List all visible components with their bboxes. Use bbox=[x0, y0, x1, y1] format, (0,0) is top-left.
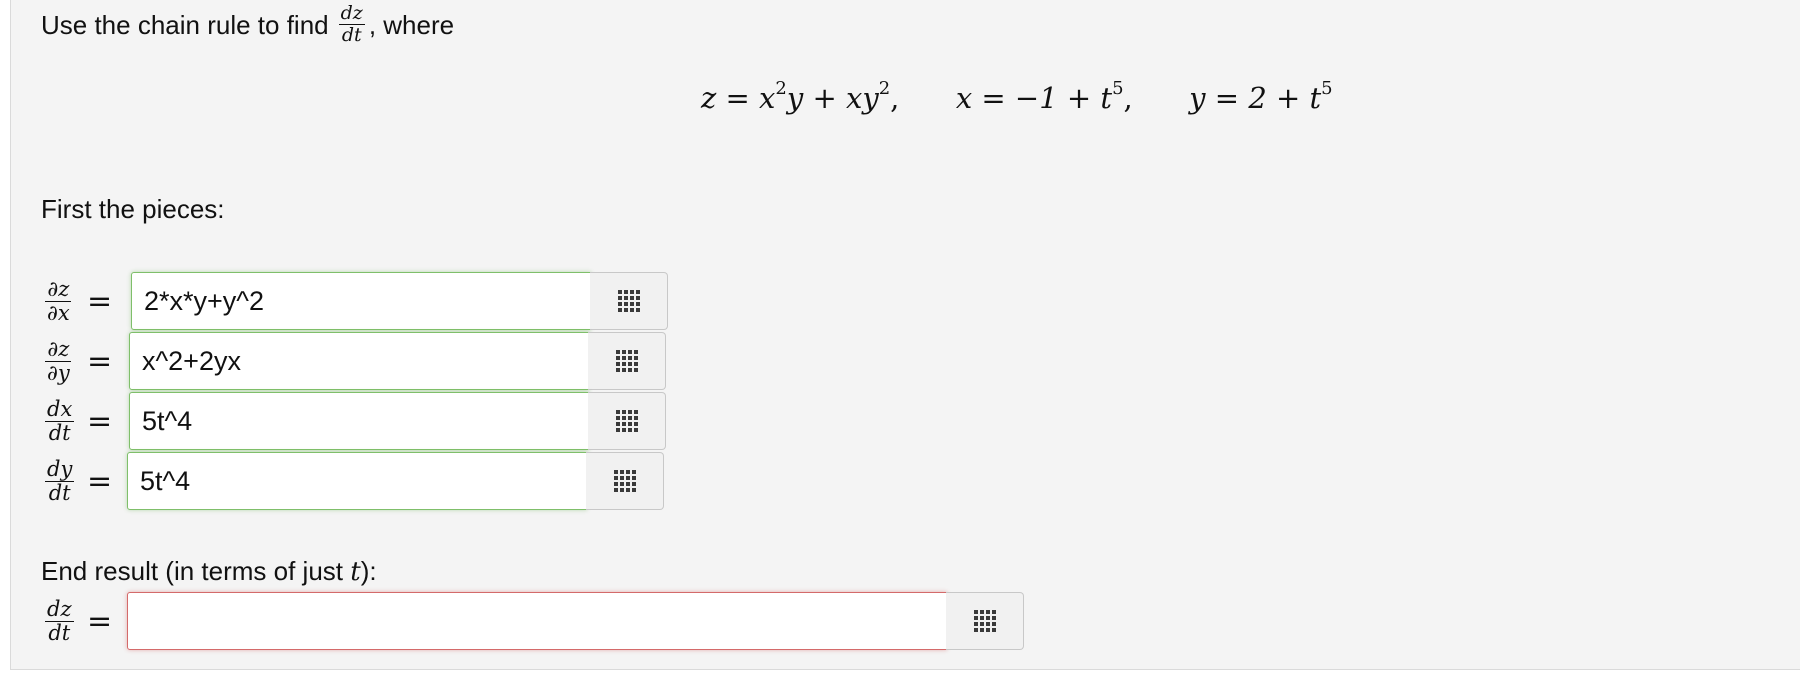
dz-dt-input[interactable] bbox=[127, 592, 947, 650]
partial-z-y-fraction: ∂z ∂y bbox=[45, 336, 72, 385]
given-equations: z = x2y + xy2, x = −1 + t5, y = 2 + t5 bbox=[701, 78, 1333, 115]
dy-dt-input[interactable] bbox=[127, 452, 587, 510]
palette-button[interactable] bbox=[588, 332, 666, 390]
dz-dt-fraction: dz dt bbox=[45, 596, 74, 645]
end-result-label: End result (in terms of just t): bbox=[41, 556, 377, 587]
grid-icon bbox=[617, 290, 640, 312]
grid-icon bbox=[613, 470, 636, 492]
question-fraction: dz dt bbox=[338, 2, 365, 46]
equals-sign: = bbox=[87, 343, 113, 379]
z-definition: z = x2y + xy2, bbox=[701, 78, 900, 115]
equals-sign: = bbox=[87, 283, 113, 319]
equals-sign: = bbox=[87, 463, 113, 499]
palette-button[interactable] bbox=[588, 392, 666, 450]
y-definition: y = 2 + t5 bbox=[1189, 78, 1333, 115]
pieces-label: First the pieces: bbox=[41, 194, 225, 224]
grid-icon bbox=[615, 410, 638, 432]
question-prompt: Use the chain rule to find dz dt , where bbox=[41, 4, 454, 45]
question-prefix: Use the chain rule to find bbox=[41, 9, 329, 40]
dx-dt-fraction: dx dt bbox=[45, 396, 75, 445]
fraction-numerator: dz bbox=[338, 2, 365, 25]
partial-z-y-input[interactable] bbox=[129, 332, 589, 390]
x-definition: x = −1 + t5, bbox=[955, 78, 1133, 115]
question-suffix: , where bbox=[368, 9, 455, 40]
partial-z-x-input[interactable] bbox=[131, 272, 591, 330]
partial-z-x-fraction: ∂z ∂x bbox=[45, 276, 72, 325]
grid-icon bbox=[973, 610, 996, 632]
palette-button[interactable] bbox=[590, 272, 668, 330]
equals-sign: = bbox=[87, 603, 113, 639]
equals-sign: = bbox=[87, 403, 113, 439]
fraction-denominator: dt bbox=[341, 24, 362, 46]
dy-dt-fraction: dy dt bbox=[45, 456, 75, 505]
grid-icon bbox=[615, 350, 638, 372]
question-panel: Use the chain rule to find dz dt , where… bbox=[10, 0, 1800, 670]
dx-dt-input[interactable] bbox=[129, 392, 589, 450]
palette-button[interactable] bbox=[946, 592, 1024, 650]
palette-button[interactable] bbox=[586, 452, 664, 510]
